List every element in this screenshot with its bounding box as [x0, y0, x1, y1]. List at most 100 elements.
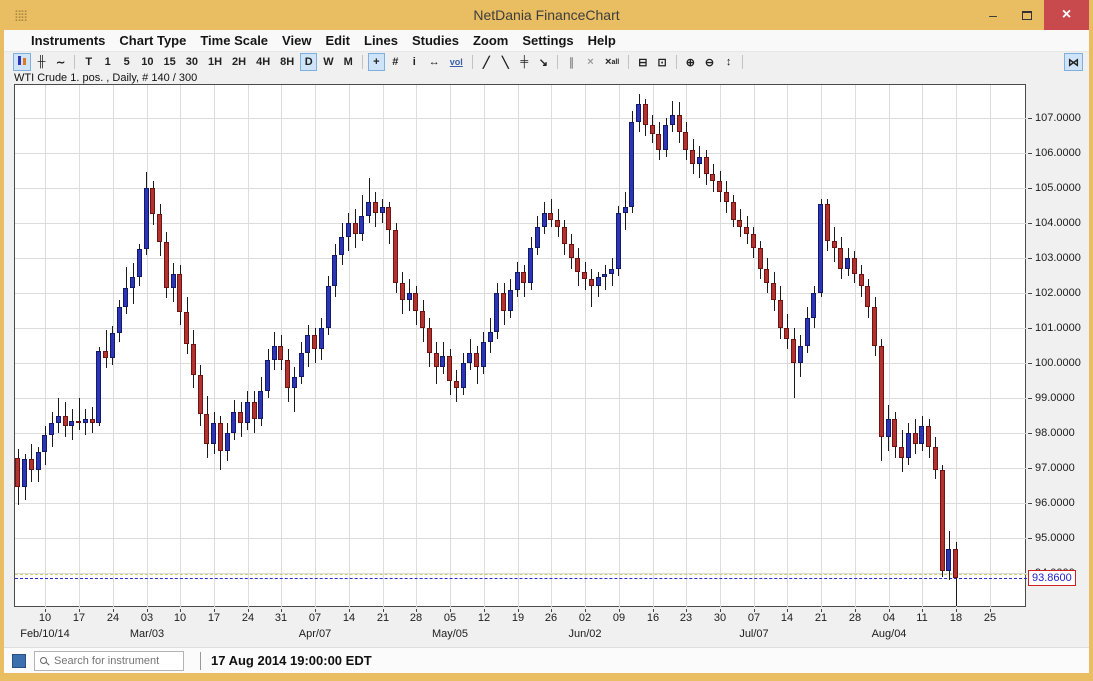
candle-up — [609, 269, 614, 274]
timeframe-15min[interactable]: 15 — [159, 53, 179, 71]
y-axis-tick — [1028, 328, 1032, 329]
timeframe-daily[interactable]: D — [300, 53, 317, 71]
trend-ray-icon: ╲ — [502, 56, 509, 69]
candle-down — [575, 258, 580, 272]
toolbar-separator — [557, 55, 558, 69]
arrow-icon: ↘ — [539, 56, 548, 69]
grid-line-horizontal — [15, 468, 1027, 469]
search-input[interactable] — [52, 654, 178, 668]
status-bar: 17 Aug 2014 19:00:00 EDT — [4, 647, 1089, 673]
candle-down — [704, 157, 709, 174]
minimize-button[interactable]: – — [976, 0, 1010, 30]
timeframe-weekly[interactable]: W — [319, 53, 337, 71]
y-axis-label: 99.0000 — [1035, 392, 1075, 404]
trend-ray-button[interactable]: ╲ — [497, 53, 514, 71]
search-box[interactable] — [34, 651, 184, 671]
menu-item-chart-type[interactable]: Chart Type — [112, 33, 193, 48]
timeframe-1min[interactable]: 1 — [99, 53, 116, 71]
candle-up — [49, 423, 54, 435]
grid-line-horizontal — [15, 363, 1027, 364]
y-axis-label: 98.0000 — [1035, 427, 1075, 439]
candle-up — [211, 423, 216, 444]
candle-down — [548, 213, 553, 220]
timeframe-1h[interactable]: 1H — [204, 53, 226, 71]
menu-item-zoom[interactable]: Zoom — [466, 33, 515, 48]
candle-down — [899, 447, 904, 457]
candle-down — [690, 150, 695, 164]
candle-up — [845, 258, 850, 268]
maximize-button[interactable] — [1010, 0, 1044, 30]
y-axis-tick — [1028, 258, 1032, 259]
candle-up — [886, 419, 891, 436]
ohlc-bar-chart-button[interactable]: ╫ — [33, 53, 50, 71]
timeframe-tick[interactable]: T — [80, 53, 97, 71]
candlestick-chart-button[interactable] — [13, 53, 31, 71]
pin-button[interactable]: ⋈ — [1064, 53, 1083, 71]
candle-up — [272, 346, 277, 360]
grid-line-vertical — [990, 85, 991, 608]
line-chart-button[interactable]: ∼ — [52, 53, 69, 71]
menu-item-help[interactable]: Help — [581, 33, 623, 48]
timeframe-4h[interactable]: 4H — [252, 53, 274, 71]
timeframe-2h[interactable]: 2H — [228, 53, 250, 71]
y-axis-label: 103.0000 — [1035, 252, 1081, 264]
candle-up — [461, 363, 466, 387]
grid-line-vertical — [518, 85, 519, 608]
candle-down — [204, 414, 209, 444]
timeframe-monthly[interactable]: M — [340, 53, 357, 71]
menu-item-time-scale[interactable]: Time Scale — [193, 33, 275, 48]
parallel-lines-icon: ∥ — [569, 56, 575, 69]
grid-line-horizontal — [15, 118, 1027, 119]
menu-item-lines[interactable]: Lines — [357, 33, 405, 48]
candle-down — [832, 241, 837, 248]
y-axis-label: 96.0000 — [1035, 497, 1075, 509]
x-axis-month-label: Feb/10/14 — [11, 628, 79, 640]
candle-down — [434, 353, 439, 367]
pin-icon: ⋈ — [1068, 56, 1079, 69]
timeframe-30min[interactable]: 30 — [182, 53, 202, 71]
fit-vertical-button[interactable]: ↕ — [720, 53, 737, 71]
timeframe-10min[interactable]: 10 — [137, 53, 157, 71]
grid-line-vertical — [551, 85, 552, 608]
menu-item-settings[interactable]: Settings — [515, 33, 580, 48]
volume-button[interactable]: vol — [446, 53, 467, 71]
arrow-tool-button[interactable]: ↘ — [535, 53, 552, 71]
candle-down — [683, 132, 688, 149]
channel-icon: ╪ — [520, 56, 528, 68]
delete-all-lines-button[interactable]: ×all — [601, 53, 623, 71]
info-button[interactable]: i — [406, 53, 423, 71]
y-axis-label: 97.0000 — [1035, 462, 1075, 474]
candle-down — [474, 353, 479, 367]
scroll-horizontal-button[interactable]: ↔ — [425, 53, 444, 71]
menu-item-edit[interactable]: Edit — [318, 33, 357, 48]
trend-line-button[interactable]: ╱ — [478, 53, 495, 71]
delete-line-button[interactable]: × — [582, 53, 599, 71]
move-lines-button[interactable]: ∥ — [563, 53, 580, 71]
channel-button[interactable]: ╪ — [516, 53, 533, 71]
grid-line-vertical — [922, 85, 923, 608]
zoom-out-button[interactable]: ⊖ — [701, 53, 718, 71]
grid-line-vertical — [416, 85, 417, 608]
grid-line-vertical — [450, 85, 451, 608]
timestamp: 17 Aug 2014 19:00:00 EDT — [211, 653, 372, 668]
menu-item-instruments[interactable]: Instruments — [24, 33, 112, 48]
crosshair-button[interactable]: + — [368, 53, 385, 71]
x-axis-day-label: 05 — [438, 612, 462, 624]
close-button[interactable]: × — [1044, 0, 1089, 30]
grid-line-horizontal — [15, 538, 1027, 539]
timeframe-8h[interactable]: 8H — [276, 53, 298, 71]
candle-down — [562, 227, 567, 244]
candle-down — [852, 258, 857, 274]
grid-toggle-button[interactable]: # — [387, 53, 404, 71]
menu-item-view[interactable]: View — [275, 33, 318, 48]
grid-line-vertical — [686, 85, 687, 608]
print-preview-button[interactable]: ⊡ — [653, 53, 670, 71]
candle-up — [305, 335, 310, 352]
zoom-in-button[interactable]: ⊕ — [682, 53, 699, 71]
grid-line-vertical — [720, 85, 721, 608]
candle-up — [494, 293, 499, 331]
print-button[interactable]: ⊟ — [634, 53, 651, 71]
candle-up — [596, 277, 601, 286]
timeframe-5min[interactable]: 5 — [118, 53, 135, 71]
menu-item-studies[interactable]: Studies — [405, 33, 466, 48]
